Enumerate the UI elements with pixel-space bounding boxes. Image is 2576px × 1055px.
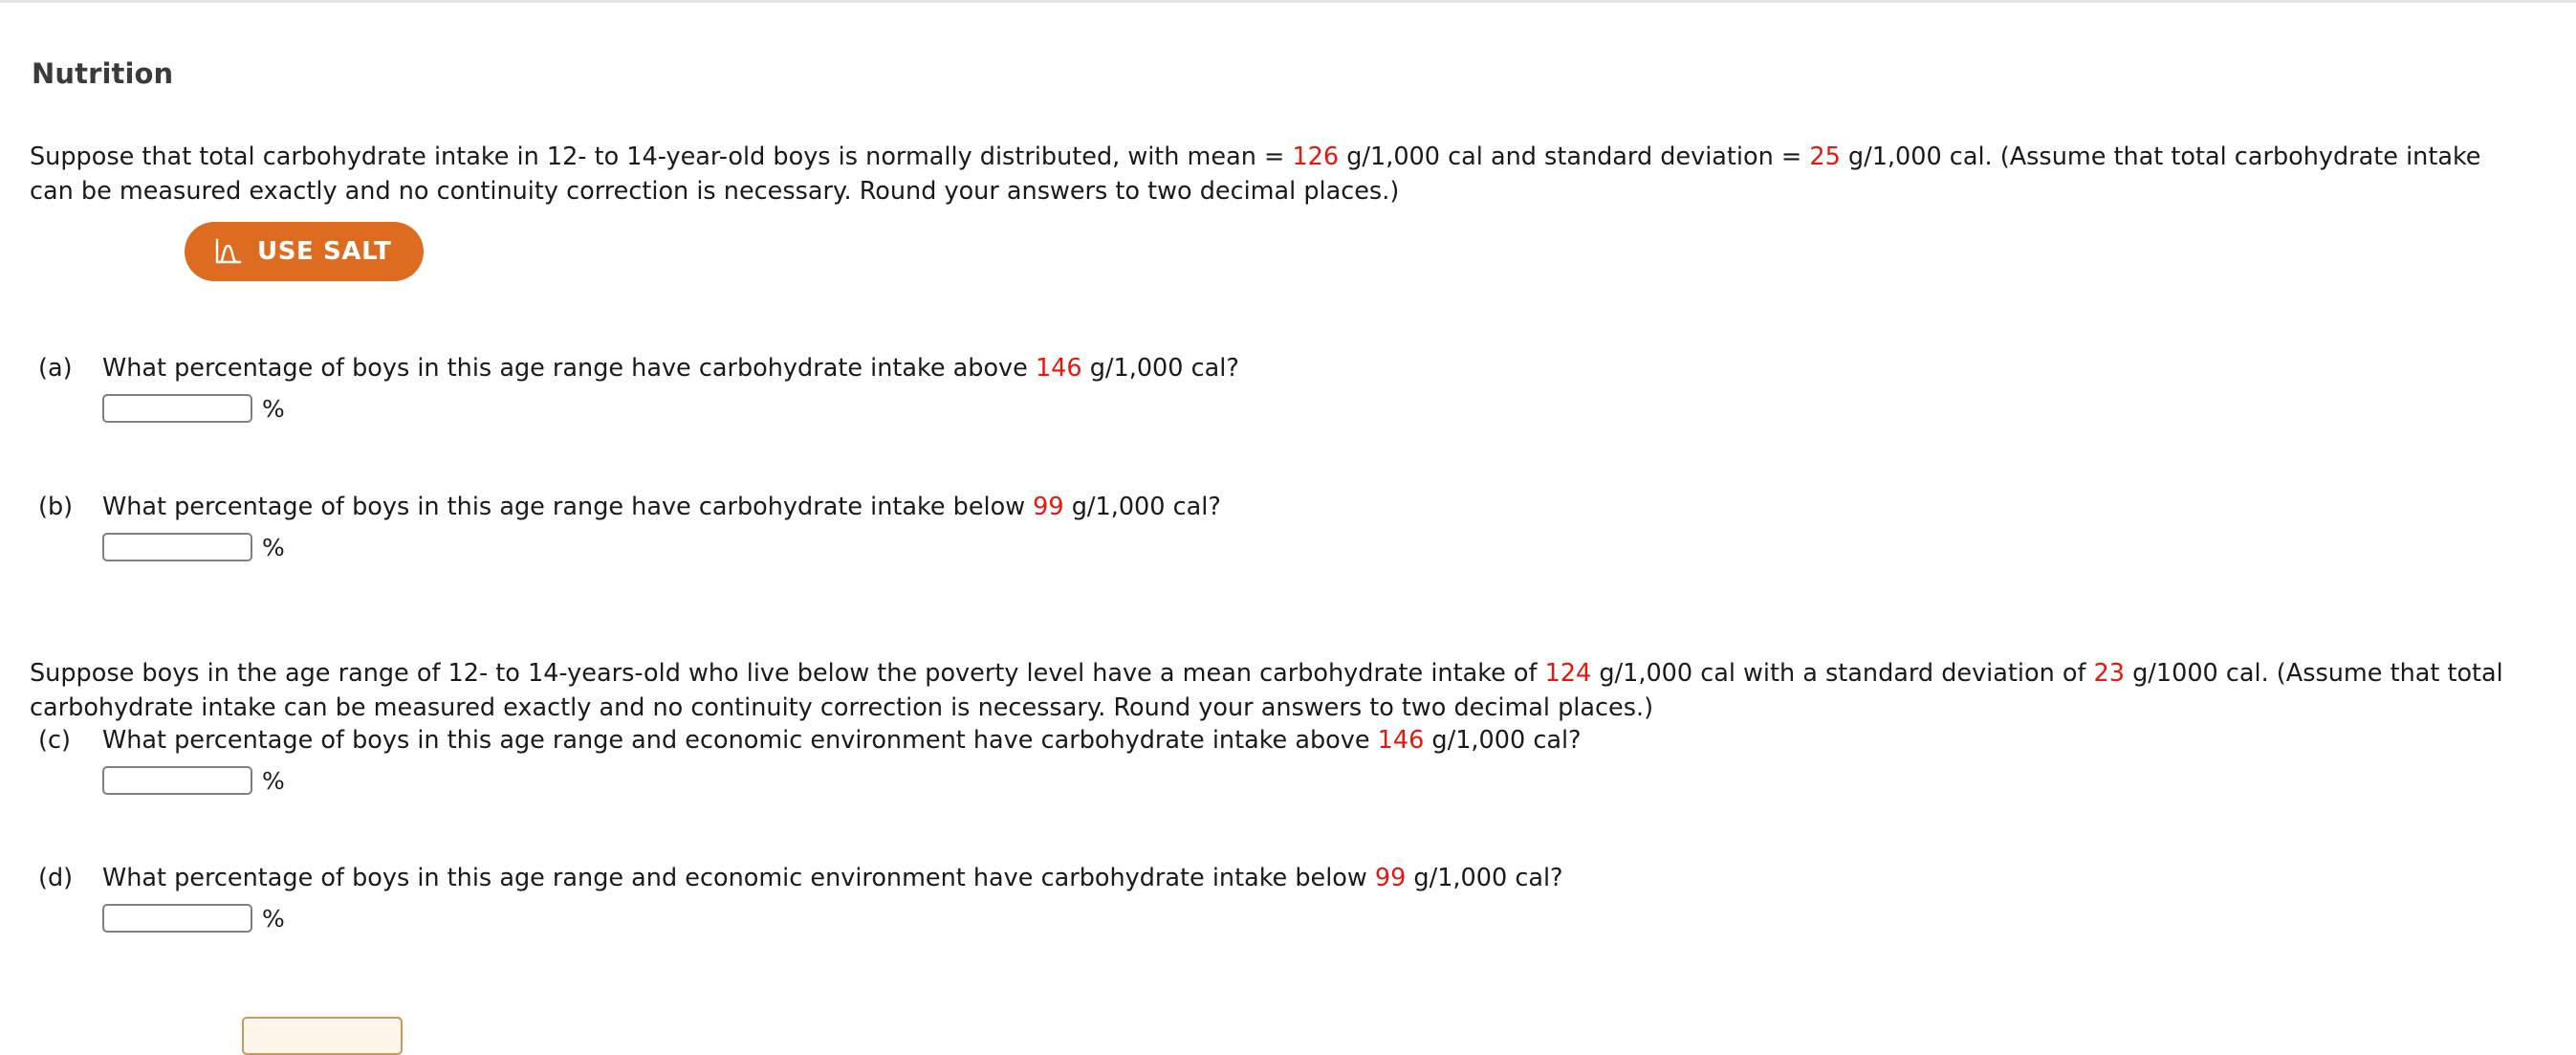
question-c-input[interactable] (102, 766, 252, 795)
question-a-text-after: g/1,000 cal? (1081, 354, 1239, 383)
intro2-text-part1: Suppose boys in the age range of 12- to … (30, 658, 1545, 688)
question-c-text: What percentage of boys in this age rang… (102, 724, 1582, 757)
question-b-value: 99 (1033, 493, 1064, 521)
question-c-answer-row: % (102, 766, 285, 795)
top-divider (0, 0, 2576, 3)
normal-curve-icon (213, 237, 242, 266)
question-a-label: (a) (38, 354, 73, 383)
question-d-answer-row: % (102, 904, 285, 933)
question-a-text: What percentage of boys in this age rang… (102, 352, 1239, 385)
intro2-sd-value: 23 (2093, 658, 2125, 688)
use-salt-label: USE SALT (257, 237, 392, 266)
question-c-text-before: What percentage of boys in this age rang… (102, 726, 1378, 755)
problem-statement-1: Suppose that total carbohydrate intake i… (30, 140, 2516, 209)
question-a-text-before: What percentage of boys in this age rang… (102, 354, 1036, 383)
submit-answer-button-partial[interactable] (242, 1017, 403, 1055)
question-c-value: 146 (1377, 726, 1425, 755)
question-b-text-before: What percentage of boys in this age rang… (102, 493, 1034, 521)
question-a-value: 146 (1035, 354, 1082, 383)
page-title: Nutrition (32, 57, 174, 91)
intro1-text-part1: Suppose that total carbohydrate intake i… (30, 142, 1293, 171)
problem-statement-2: Suppose boys in the age range of 12- to … (30, 656, 2554, 725)
question-b-label: (b) (38, 493, 74, 521)
intro1-sd-value: 25 (1809, 142, 1841, 171)
question-d-input[interactable] (102, 904, 252, 933)
question-b-text: What percentage of boys in this age rang… (102, 491, 1221, 523)
question-a-answer-row: % (102, 394, 285, 423)
question-c-label: (c) (38, 726, 71, 755)
question-a-input[interactable] (102, 394, 252, 423)
question-b-answer-row: % (102, 533, 285, 561)
question-b-percent-unit: % (262, 533, 285, 561)
question-d-text-before: What percentage of boys in this age rang… (102, 864, 1375, 892)
question-c-percent-unit: % (262, 766, 285, 795)
question-d-text-after: g/1,000 cal? (1406, 864, 1563, 892)
intro1-mean-value: 126 (1292, 142, 1340, 171)
question-b-input[interactable] (102, 533, 252, 561)
question-d-percent-unit: % (262, 904, 285, 933)
intro2-text-part2: g/1,000 cal with a standard deviation of (1591, 658, 2094, 688)
intro1-text-part2: g/1,000 cal and standard deviation = (1339, 142, 1810, 171)
question-d-value: 99 (1374, 864, 1407, 892)
intro2-mean-value: 124 (1544, 658, 1592, 688)
question-d-label: (d) (38, 864, 74, 892)
use-salt-button[interactable]: USE SALT (185, 222, 425, 281)
question-d-text: What percentage of boys in this age rang… (102, 862, 1563, 894)
question-c-text-after: g/1,000 cal? (1424, 726, 1582, 755)
question-b-text-after: g/1,000 cal? (1063, 493, 1221, 521)
question-a-percent-unit: % (262, 394, 285, 423)
